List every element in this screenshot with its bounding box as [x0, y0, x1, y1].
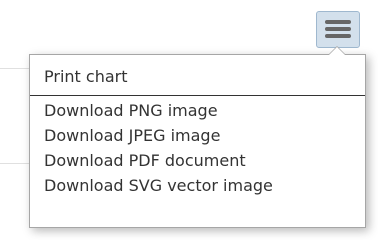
context-menu-button[interactable] — [316, 11, 360, 48]
menu-item-download-png[interactable]: Download PNG image — [44, 100, 218, 122]
menu-item-download-pdf[interactable]: Download PDF document — [44, 150, 246, 172]
chart-gridline — [0, 68, 30, 69]
menu-item-download-svg[interactable]: Download SVG vector image — [44, 175, 273, 197]
chart-area: Print chart Download PNG image Download … — [0, 0, 378, 240]
export-menu: Print chart Download PNG image Download … — [29, 46, 366, 228]
chart-gridline — [0, 163, 30, 164]
menu-item-print-chart[interactable]: Print chart — [44, 66, 127, 88]
menu-separator — [30, 95, 365, 96]
hamburger-menu-icon — [325, 20, 351, 39]
hamburger-bar — [325, 20, 351, 24]
menu-item-download-jpeg[interactable]: Download JPEG image — [44, 125, 220, 147]
hamburger-bar — [325, 34, 351, 38]
menu-caret-fill — [329, 47, 345, 55]
hamburger-bar — [325, 27, 351, 31]
